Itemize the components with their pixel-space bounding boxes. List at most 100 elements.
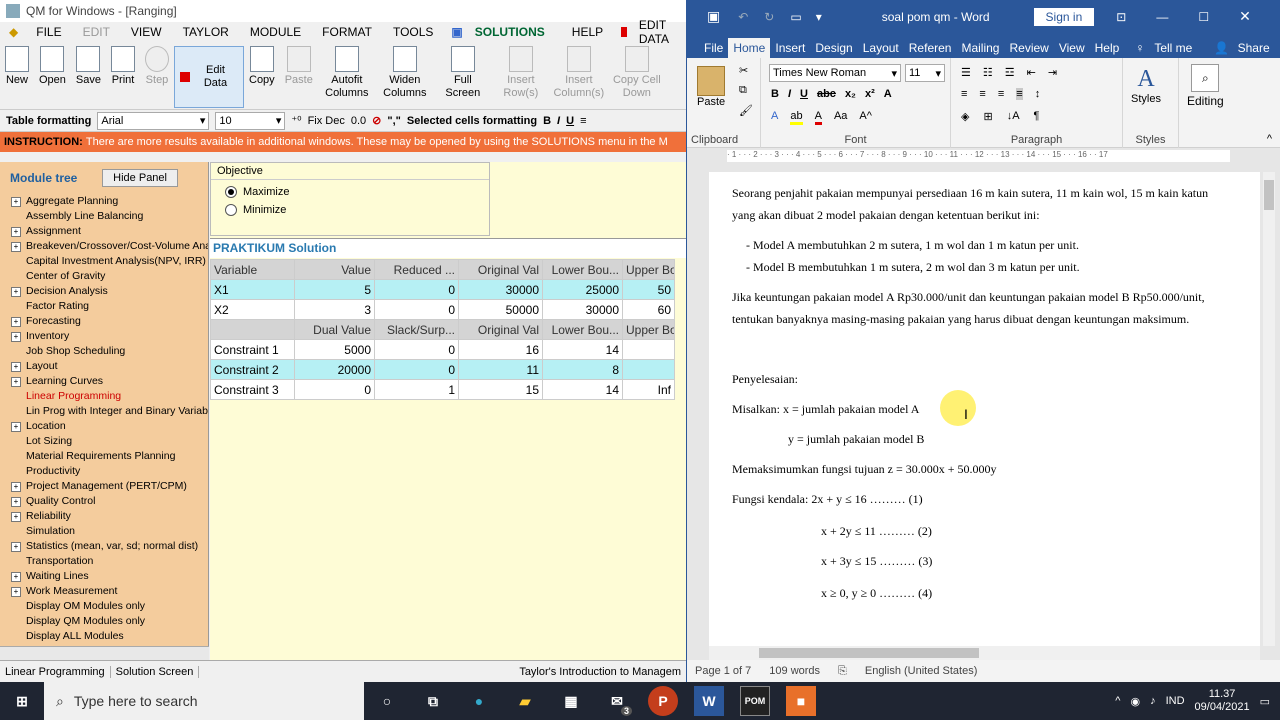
text-effects-icon[interactable]: A: [771, 110, 778, 125]
table-cell[interactable]: Upper Bo: [622, 319, 675, 340]
tree-horizontal-scrollbar[interactable]: [0, 646, 209, 660]
menu-edit-data[interactable]: EDIT DATA: [612, 18, 686, 46]
module-item[interactable]: Breakeven/Crossover/Cost-Volume Analy: [0, 239, 208, 254]
sign-in-button[interactable]: Sign in: [1033, 7, 1095, 26]
module-item[interactable]: Statistics (mean, var, sd; normal dist): [0, 539, 208, 554]
menu-help[interactable]: HELP: [563, 25, 612, 39]
module-item[interactable]: Project Management (PERT/CPM): [0, 479, 208, 494]
tab-insert[interactable]: Insert: [770, 38, 810, 58]
word-taskbar-icon[interactable]: W: [694, 686, 724, 716]
table-cell[interactable]: Lower Bou...: [542, 259, 623, 280]
table-cell[interactable]: Variable: [210, 259, 295, 280]
tab-file[interactable]: File: [699, 38, 728, 58]
menu-tools[interactable]: TOOLS: [384, 25, 442, 39]
module-item[interactable]: Transportation: [0, 554, 208, 569]
decimal-icon[interactable]: ⁺⁰: [291, 114, 301, 127]
table-cell[interactable]: Constraint 2: [210, 359, 295, 380]
maximize-icon[interactable]: ☐: [1198, 10, 1209, 24]
open-button[interactable]: Open: [34, 46, 71, 87]
show-marks-icon[interactable]: ¶: [1034, 110, 1040, 123]
table-cell[interactable]: 0: [374, 359, 459, 380]
menu-edit[interactable]: EDIT: [74, 25, 119, 39]
qm-menu-icon[interactable]: ◆: [0, 25, 27, 39]
table-cell[interactable]: 16: [458, 339, 543, 360]
table-cell[interactable]: 14: [542, 339, 623, 360]
module-item[interactable]: Simulation: [0, 524, 208, 539]
menu-solutions[interactable]: ▣ SOLUTIONS: [442, 25, 562, 39]
copy-cell-down-button[interactable]: Copy Cell Down: [608, 46, 666, 100]
table-cell[interactable]: 50000: [458, 299, 543, 320]
tell-me[interactable]: Tell me: [1149, 38, 1197, 58]
save-icon[interactable]: ▣: [707, 8, 720, 25]
module-item[interactable]: Material Requirements Planning: [0, 449, 208, 464]
table-cell[interactable]: 14: [542, 379, 623, 400]
module-item[interactable]: Layout: [0, 359, 208, 374]
module-item[interactable]: Reliability: [0, 509, 208, 524]
highlight-icon[interactable]: ab: [790, 110, 803, 125]
font-select[interactable]: Arial ▾: [97, 111, 210, 130]
module-item[interactable]: Factor Rating: [0, 299, 208, 314]
module-item[interactable]: Center of Gravity: [0, 269, 208, 284]
table-cell[interactable]: 3: [294, 299, 375, 320]
table-cell[interactable]: X1: [210, 279, 295, 300]
edge-icon[interactable]: ●: [464, 686, 494, 716]
module-item[interactable]: Capital Investment Analysis(NPV, IRR): [0, 254, 208, 269]
tab-home[interactable]: Home: [728, 38, 771, 58]
superscript-icon[interactable]: x²: [865, 88, 875, 100]
decrease-indent-icon[interactable]: ⇤: [1027, 66, 1036, 79]
bold-icon[interactable]: B: [543, 115, 551, 127]
table-cell[interactable]: 5000: [294, 339, 375, 360]
powerpoint-icon[interactable]: P: [648, 686, 678, 716]
italic-icon[interactable]: I: [788, 88, 791, 100]
table-cell[interactable]: 0: [374, 339, 459, 360]
keyboard-language[interactable]: IND: [1166, 695, 1185, 707]
redo-icon[interactable]: ↻: [764, 10, 774, 24]
windows-start-icon[interactable]: ⊞: [0, 686, 44, 716]
module-item[interactable]: Aggregate Planning: [0, 194, 208, 209]
table-cell[interactable]: Inf: [622, 379, 675, 400]
tab-design[interactable]: Design: [810, 38, 857, 58]
clock[interactable]: 11.37 09/04/2021: [1195, 688, 1250, 714]
format-painter-icon[interactable]: 🖌: [739, 104, 753, 117]
step-button[interactable]: Step: [140, 46, 174, 87]
tab-review[interactable]: Review: [1004, 38, 1053, 58]
table-cell[interactable]: 30000: [542, 299, 623, 320]
scroll-thumb[interactable]: [1264, 180, 1274, 210]
module-item[interactable]: Job Shop Scheduling: [0, 344, 208, 359]
module-item[interactable]: Assignment: [0, 224, 208, 239]
hscroll-thumb[interactable]: [759, 648, 979, 658]
table-cell[interactable]: 30000: [458, 279, 543, 300]
table-cell[interactable]: 25000: [542, 279, 623, 300]
ribbon-display-icon[interactable]: ⊡: [1116, 10, 1126, 24]
module-item[interactable]: Lot Sizing: [0, 434, 208, 449]
horizontal-scrollbar[interactable]: [709, 646, 1260, 660]
menu-module[interactable]: MODULE: [241, 25, 310, 39]
insert-row-s-button[interactable]: Insert Row(s): [492, 46, 550, 100]
module-item[interactable]: Display ALL Modules: [0, 629, 208, 644]
align-left-icon[interactable]: ≡: [580, 115, 586, 127]
table-cell[interactable]: 60: [622, 299, 675, 320]
table-cell[interactable]: 11: [458, 359, 543, 380]
save-button[interactable]: Save: [71, 46, 106, 87]
notification-icon[interactable]: ▭: [1260, 695, 1270, 708]
word-count[interactable]: 109 words: [769, 665, 820, 677]
task-view-icon[interactable]: ⧉: [418, 686, 448, 716]
table-cell[interactable]: [622, 339, 675, 360]
clear-format-icon[interactable]: A: [884, 88, 892, 100]
word-size-select[interactable]: 11 ▾: [905, 64, 945, 82]
module-item[interactable]: Display QM Modules only: [0, 614, 208, 629]
module-item[interactable]: Forecasting: [0, 314, 208, 329]
module-item[interactable]: Assembly Line Balancing: [0, 209, 208, 224]
table-cell[interactable]: Original Val: [458, 259, 543, 280]
collapse-ribbon-icon[interactable]: ^: [1267, 133, 1272, 145]
table-cell[interactable]: Lower Bou...: [542, 319, 623, 340]
align-left-icon[interactable]: ≡: [961, 88, 967, 100]
cortana-icon[interactable]: ○: [372, 686, 402, 716]
widen-columns-button[interactable]: Widen Columns: [376, 46, 434, 100]
table-cell[interactable]: 5: [294, 279, 375, 300]
proofing-icon[interactable]: ⎘: [838, 665, 847, 678]
menu-format[interactable]: FORMAT: [313, 25, 381, 39]
print-button[interactable]: Print: [106, 46, 140, 87]
pomqm-taskbar-icon[interactable]: POM: [740, 686, 770, 716]
lightbulb-icon[interactable]: ♀: [1130, 38, 1149, 58]
